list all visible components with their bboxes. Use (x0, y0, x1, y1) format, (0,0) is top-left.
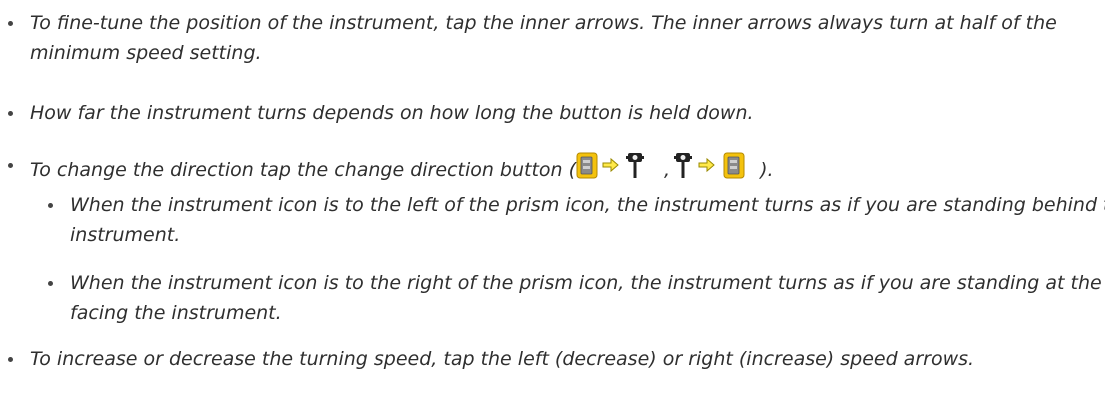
change-direction-button-prism-to-instrument[interactable] (670, 150, 760, 189)
instrument-icon (576, 152, 598, 179)
arrow-right-icon (602, 157, 619, 173)
sub-list-item: When the instrument icon is to the left … (0, 190, 1105, 250)
bullet-dot (8, 111, 13, 116)
bullet-dot (8, 21, 13, 26)
list-item-text: When the instrument icon is to the right… (70, 272, 1105, 324)
arrow-right-icon (698, 157, 715, 173)
list-item: To fine-tune the position of the instrum… (0, 8, 1105, 68)
list-item-text: How far the instrument turns depends on … (30, 102, 754, 124)
list-item-text-after: ). (760, 159, 774, 181)
list-item: To increase or decrease the turning spee… (0, 344, 1105, 374)
list-item: To change the direction tap the change d… (0, 150, 1105, 189)
list-item: How far the instrument turns depends on … (0, 98, 1105, 128)
instrument-to-prism-icon (576, 152, 645, 179)
document: To fine-tune the position of the instrum… (0, 0, 1105, 414)
bullet-dot (8, 357, 13, 362)
instrument-icon (723, 152, 745, 179)
list-item-text-before: To change the direction tap the change d… (30, 159, 577, 181)
bullet-dot (8, 163, 13, 168)
bullet-dot (48, 203, 53, 208)
list-item-text: When the instrument icon is to the left … (70, 194, 1105, 246)
prism-to-instrument-icon (674, 152, 745, 179)
bullet-dot (48, 281, 53, 286)
list-item-text: To fine-tune the position of the instrum… (30, 12, 1057, 64)
prism-pole-icon (674, 153, 693, 178)
prism-pole-icon (626, 153, 645, 178)
change-direction-button-instrument-to-prism[interactable] (576, 150, 664, 189)
list-item-text: To increase or decrease the turning spee… (30, 348, 975, 370)
sub-list-item: When the instrument icon is to the right… (0, 268, 1105, 328)
